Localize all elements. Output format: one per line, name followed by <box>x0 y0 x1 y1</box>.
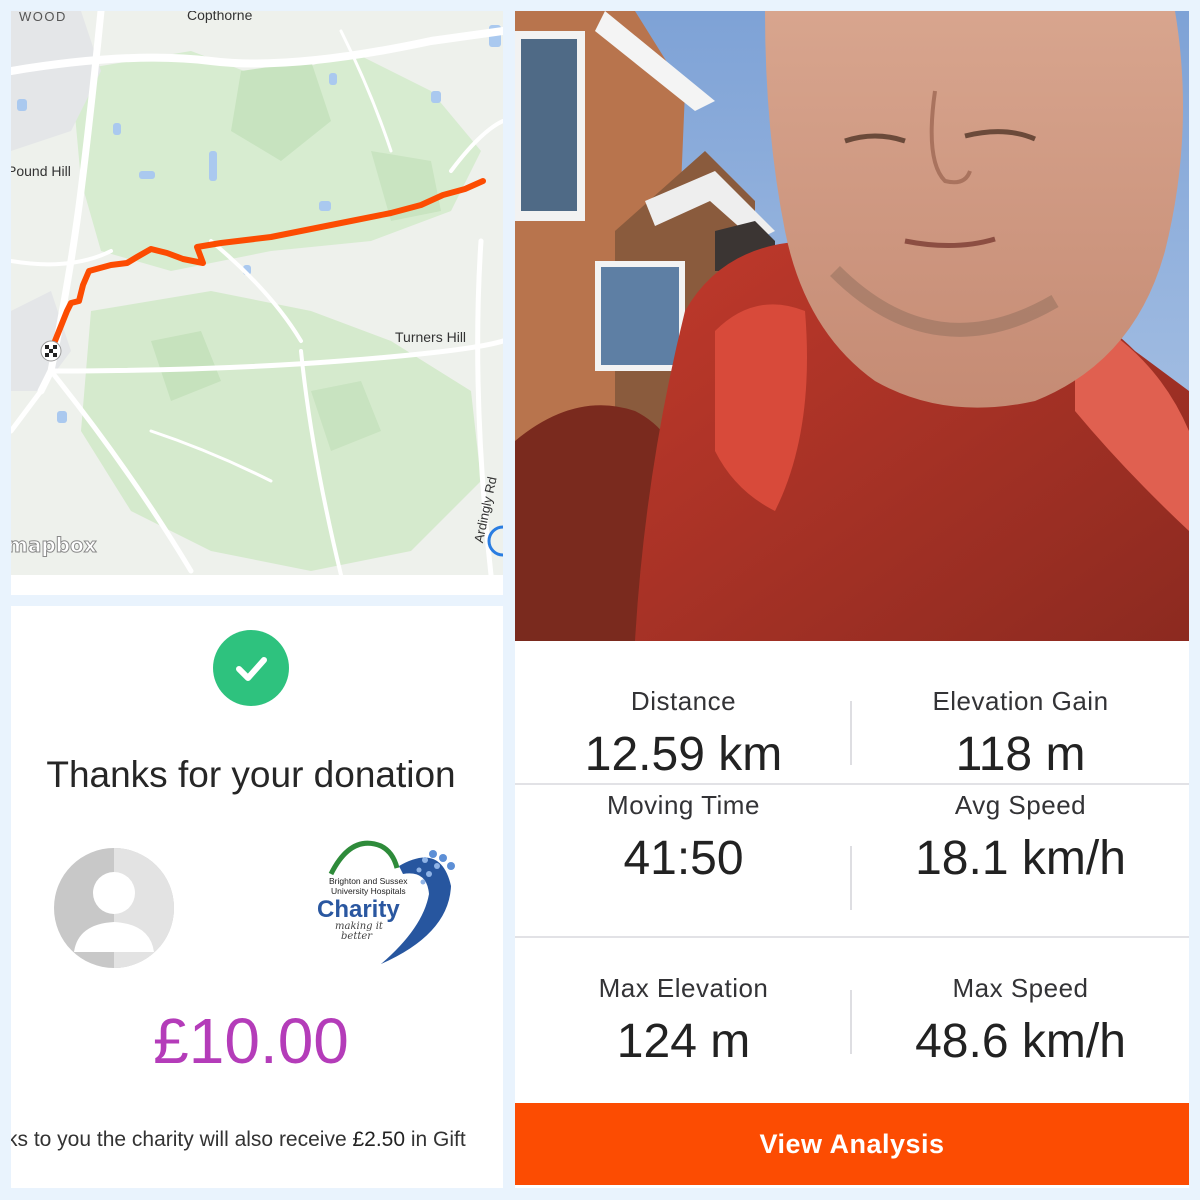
stat-distance: Distance 12.59 km <box>515 641 852 785</box>
row-divider <box>515 783 1189 785</box>
finish-flag-icon <box>40 340 62 362</box>
map-label-pound-hill: Pound Hill <box>11 163 71 179</box>
gift-aid-amount: £2.50 <box>352 1128 406 1151</box>
charity-logo-line2: University Hospitals <box>331 886 406 896</box>
stat-avg-speed: Avg Speed 18.1 km/h <box>852 790 1189 946</box>
thanks-title: Thanks for your donation <box>46 754 456 795</box>
stat-label: Max Elevation <box>598 973 769 1003</box>
activity-photo[interactable] <box>515 11 1189 641</box>
stat-value: 18.1 km/h <box>915 832 1126 885</box>
route-map[interactable]: WOOD Copthorne Pound Hill Turners Hill A… <box>11 11 503 595</box>
stat-value: 118 m <box>955 728 1086 781</box>
user-icon <box>74 848 174 968</box>
stat-max-elevation: Max Elevation 124 m <box>515 946 852 1090</box>
stats-row: Distance 12.59 km Elevation Gain 118 m <box>515 641 1189 785</box>
gift-aid-prefix: ks to you the charity will also receive <box>11 1128 353 1151</box>
stat-moving-time: Moving Time 41:50 <box>515 790 852 946</box>
donation-confirmation: Thanks for your donation Brighton and Su… <box>11 606 503 1188</box>
map-label-copthorne: Copthorne <box>187 11 253 23</box>
gift-aid-suffix: in Gift <box>405 1128 466 1151</box>
stat-value: 124 m <box>616 1015 751 1068</box>
charity-logo-line1: Brighton and Sussex <box>329 876 408 886</box>
stat-value: 12.59 km <box>584 728 783 781</box>
stat-label: Avg Speed <box>954 790 1087 820</box>
map-label-wood: WOOD <box>19 11 67 24</box>
gift-aid-message: ks to you the charity will also receive … <box>11 1128 466 1152</box>
charity-logo-tagline2: better <box>341 931 373 942</box>
activity-stats: Distance 12.59 km Elevation Gain 118 m M… <box>515 641 1189 1188</box>
stat-value: 41:50 <box>623 832 744 885</box>
stat-value: 48.6 km/h <box>915 1015 1126 1068</box>
donation-amount: £10.00 <box>153 1005 349 1077</box>
row-divider <box>515 936 1189 938</box>
charity-logo-name: Charity <box>317 896 400 923</box>
stat-label: Moving Time <box>607 790 760 820</box>
stat-label: Elevation Gain <box>932 686 1109 716</box>
view-analysis-button[interactable]: View Analysis <box>515 1103 1189 1185</box>
map-label-turners-hill: Turners Hill <box>395 329 467 345</box>
donor-avatar <box>54 848 174 968</box>
stat-label: Max Speed <box>952 973 1089 1003</box>
stats-row: Max Elevation 124 m Max Speed 48.6 km/h <box>515 946 1189 1090</box>
charity-logo: Brighton and Sussex University Hospitals… <box>311 834 461 974</box>
stats-row: Moving Time 41:50 Avg Speed 18.1 km/h <box>515 790 1189 946</box>
stat-elevation-gain: Elevation Gain 118 m <box>852 641 1189 785</box>
success-check-icon <box>213 630 289 706</box>
map-canvas[interactable] <box>11 11 503 575</box>
stat-label: Distance <box>630 686 737 716</box>
stat-max-speed: Max Speed 48.6 km/h <box>852 946 1189 1090</box>
mapbox-attribution[interactable]: mapbox <box>11 533 97 558</box>
